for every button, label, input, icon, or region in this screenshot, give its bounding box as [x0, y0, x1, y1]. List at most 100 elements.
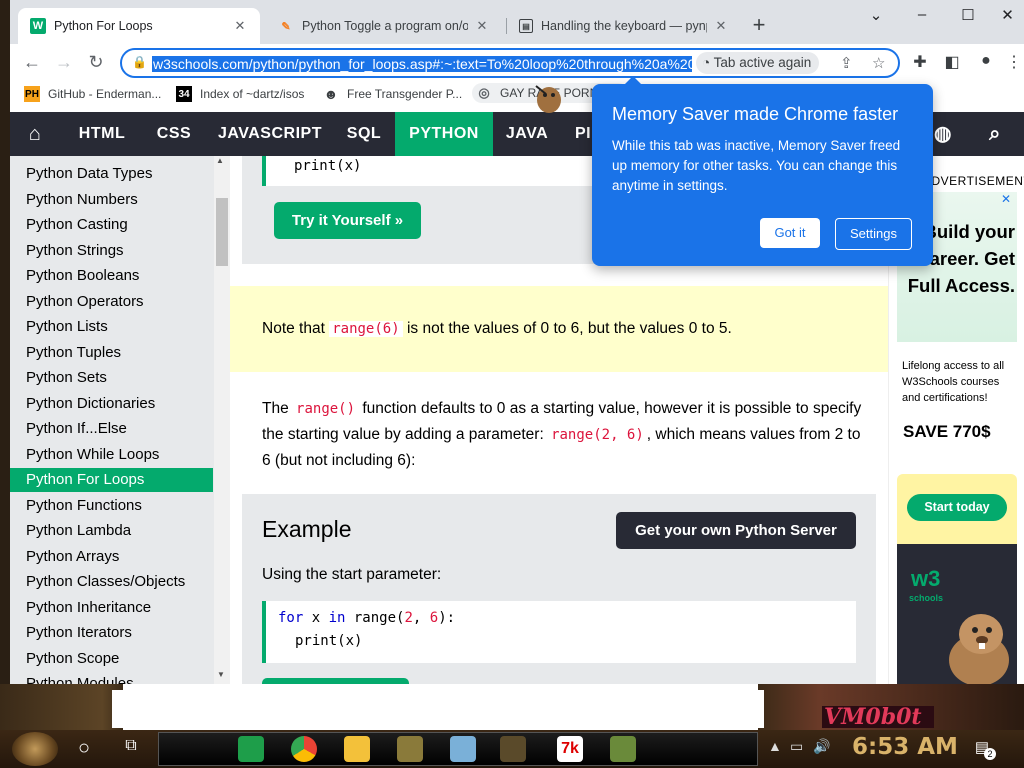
task-view-icon[interactable]: ⧉ — [120, 737, 142, 755]
sidebar-item-python-iterators[interactable]: Python Iterators — [10, 621, 213, 645]
forward-arrow-icon[interactable]: → — [50, 50, 78, 74]
sidebar-item-python-inheritance[interactable]: Python Inheritance — [10, 596, 213, 620]
tab-active-again-chip[interactable]: ◔ Tab active again — [696, 52, 820, 74]
code-line: for x in range(2, 6): — [278, 607, 856, 630]
avatar[interactable]: ● — [976, 52, 996, 70]
sidebar-item-python-operators[interactable]: Python Operators — [10, 290, 213, 314]
start-button[interactable] — [12, 732, 58, 766]
sidebar-item-python-for-loops[interactable]: Python For Loops — [10, 468, 213, 492]
close-tab-icon[interactable]: ✕ — [232, 18, 248, 34]
volume-icon[interactable]: 🔊 — [813, 738, 830, 755]
home-icon[interactable]: ⌂ — [10, 112, 60, 156]
sidebar-item-python-tuples[interactable]: Python Tuples — [10, 341, 213, 365]
sidebar-item-python-strings[interactable]: Python Strings — [10, 239, 213, 263]
got-it-button[interactable]: Got it — [760, 218, 820, 248]
nav-sql[interactable]: SQL — [336, 112, 392, 156]
code-block: for x in range(2, 6): print(x) — [262, 601, 856, 663]
back-arrow-icon[interactable]: ← — [18, 50, 46, 74]
code-text: , — [412, 610, 430, 626]
url-text[interactable]: w3schools.com/python/python_for_loops.as… — [152, 54, 692, 74]
nav-css[interactable]: CSS — [146, 112, 202, 156]
menu-kebab-icon[interactable]: ⋮ — [1004, 52, 1024, 72]
beaver-mascot-icon — [949, 614, 1009, 684]
example-box: Example Get your own Python Server Using… — [242, 494, 876, 684]
clock[interactable]: 6:53 AM — [852, 734, 958, 760]
tab-title: Python Toggle a program on/off — [302, 19, 468, 33]
extensions-puzzle-icon[interactable]: ✚ — [910, 52, 930, 72]
settings-button[interactable]: Settings — [835, 218, 912, 250]
sidebar-item-python-while-loops[interactable]: Python While Loops — [10, 443, 213, 467]
code-line: print(x) — [295, 633, 363, 649]
sidebar-item-python-dictionaries[interactable]: Python Dictionaries — [10, 392, 213, 416]
nav-javascript[interactable]: JAVASCRIPT — [208, 112, 332, 156]
sidebar-item-python-classes-objects[interactable]: Python Classes/Objects — [10, 570, 213, 594]
tab-handling-keyboard[interactable]: ▤ Handling the keyboard — pynput ✕ — [507, 8, 741, 44]
bookmark-dartz[interactable]: 34 Index of ~dartz/isos — [176, 86, 304, 102]
share-icon[interactable]: ⇪ — [840, 54, 853, 72]
tools-app-icon[interactable]: 7k — [557, 736, 583, 762]
try-it-yourself-button[interactable]: Try it Yourself » — [274, 202, 421, 239]
close-tab-icon[interactable]: ✕ — [474, 18, 490, 34]
scroll-down-arrow-icon[interactable]: ▼ — [217, 670, 225, 679]
sidebar-item-python-modules[interactable]: Python Modules — [10, 672, 213, 684]
sidebar-item-python-numbers[interactable]: Python Numbers — [10, 188, 213, 212]
side-panel-icon[interactable]: ◧ — [942, 52, 962, 72]
nav-python[interactable]: PYTHON — [395, 112, 493, 156]
reload-icon[interactable]: ↻ — [82, 50, 110, 74]
game-app-icon[interactable] — [397, 736, 423, 762]
sidebar-item-python-casting[interactable]: Python Casting — [10, 213, 213, 237]
bookmark-free-transgender[interactable]: ☻ Free Transgender P... — [323, 86, 463, 102]
note-text: is not the values of 0 to 6, but the val… — [406, 320, 732, 337]
file-explorer-icon[interactable] — [344, 736, 370, 762]
new-tab-button[interactable]: + — [747, 12, 771, 38]
get-python-server-button[interactable]: Get your own Python Server — [616, 512, 856, 549]
sheets-app-icon[interactable] — [238, 736, 264, 762]
minecraft-app-icon[interactable] — [610, 736, 636, 762]
sidebar-item-python-sets[interactable]: Python Sets — [10, 366, 213, 390]
nav-html[interactable]: HTML — [66, 112, 138, 156]
maximize-button[interactable]: ☐ — [945, 6, 991, 26]
bookmark-star-icon[interactable]: ☆ — [872, 54, 885, 72]
ad-close-icon[interactable]: ✕ — [1001, 192, 1011, 206]
tab-python-for-loops[interactable]: W Python For Loops ✕ — [18, 8, 260, 44]
sidebar-item-python-data-types[interactable]: Python Data Types — [10, 162, 213, 186]
sidebar-scrollbar-thumb[interactable] — [216, 198, 228, 266]
code-keyword: for — [278, 610, 304, 626]
search-icon[interactable]: ⌕ — [978, 112, 1012, 156]
bookmark-github[interactable]: PH GitHub - Enderman... — [24, 86, 161, 102]
lock-icon[interactable]: 🔒 — [132, 55, 147, 69]
close-window-button[interactable]: ✕ — [991, 6, 1024, 26]
sidebar-item-python-arrays[interactable]: Python Arrays — [10, 545, 213, 569]
note-box: Note that range(6) is not the values of … — [230, 286, 888, 372]
chrome-app-icon[interactable] — [291, 736, 317, 762]
tab-search-chevron-icon[interactable]: ⌄ — [853, 6, 899, 26]
tab-title: Python For Loops — [54, 19, 153, 33]
start-today-button[interactable]: Start today — [907, 494, 1007, 521]
sidebar-item-python-lists[interactable]: Python Lists — [10, 315, 213, 339]
address-bar[interactable]: 🔒 w3schools.com/python/python_for_loops.… — [120, 48, 900, 78]
sidebar-item-python-lambda[interactable]: Python Lambda — [10, 519, 213, 543]
try-it-yourself-button-2[interactable] — [262, 678, 409, 684]
sidebar-item-python-functions[interactable]: Python Functions — [10, 494, 213, 518]
browser-toolbar: ← → ↻ 🔒 w3schools.com/python/python_for_… — [10, 44, 1024, 80]
close-tab-icon[interactable]: ✕ — [713, 18, 729, 34]
code-number: 2 — [404, 610, 413, 626]
popup-body: While this tab was inactive, Memory Save… — [612, 138, 901, 193]
popup-title: Memory Saver made Chrome faster — [612, 104, 899, 124]
minimize-button[interactable]: – — [899, 6, 945, 26]
note-app-icon[interactable] — [450, 736, 476, 762]
sidebar-item-python-if-else[interactable]: Python If...Else — [10, 417, 213, 441]
url-selected: w3schools.com/python/python_for_loops.as… — [152, 56, 692, 72]
scroll-up-arrow-icon[interactable]: ▲ — [216, 156, 224, 165]
tray-chevron-icon[interactable]: ▲ — [768, 738, 782, 754]
person-icon: ☻ — [323, 86, 339, 102]
tab-python-toggle[interactable]: ✎ Python Toggle a program on/off ✕ — [266, 8, 502, 44]
nav-java[interactable]: JAVA — [498, 112, 556, 156]
search-circle-icon[interactable]: ○ — [72, 737, 96, 760]
network-icon[interactable]: ▭ — [790, 738, 803, 755]
media-app-icon[interactable] — [500, 736, 526, 762]
w3schools-logo-sub: schools — [909, 593, 944, 603]
sidebar-item-python-scope[interactable]: Python Scope — [10, 647, 213, 671]
note-text: Note that — [262, 320, 325, 337]
sidebar-item-python-booleans[interactable]: Python Booleans — [10, 264, 213, 288]
